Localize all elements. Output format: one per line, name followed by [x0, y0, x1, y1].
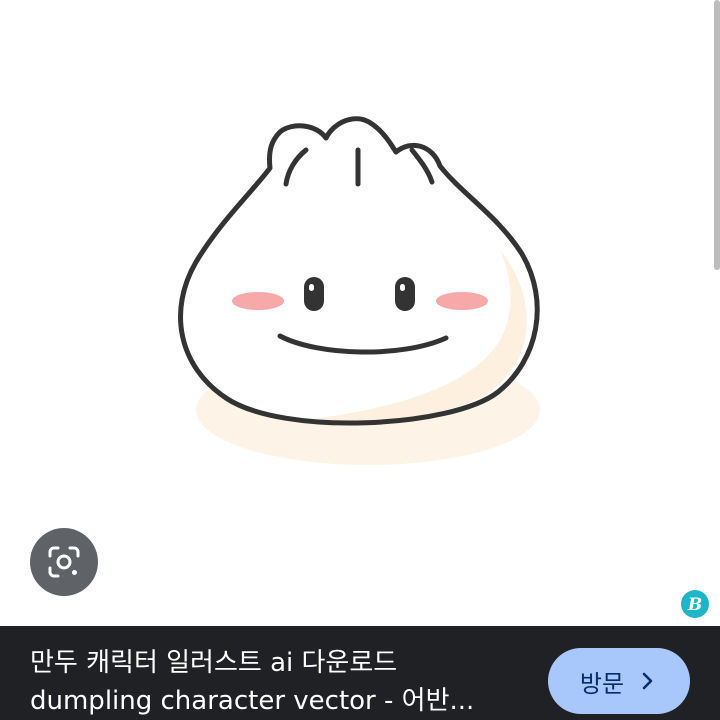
eye-left [304, 277, 324, 311]
visit-button[interactable]: 방문 [548, 648, 690, 714]
eye-right [395, 277, 415, 311]
blush-right [436, 292, 488, 310]
blush-left [232, 292, 284, 310]
eye-left-highlight [309, 284, 314, 291]
eye-right-highlight [400, 284, 405, 291]
visit-button-label: 방문 [579, 669, 625, 698]
google-lens-icon [48, 546, 80, 578]
dumpling-character-illustration [178, 116, 540, 465]
result-title[interactable]: 만두 캐릭터 일러스트 ai 다운로드 [30, 646, 530, 680]
svg-text:B: B [687, 595, 702, 615]
site-favicon-icon: B [681, 590, 709, 618]
result-image[interactable]: B [0, 0, 720, 626]
lens-button[interactable] [30, 528, 98, 596]
result-subtitle[interactable]: dumpling character vector - 어반... [30, 684, 530, 718]
chevron-right-icon [642, 672, 653, 690]
scrollbar[interactable] [714, 0, 720, 270]
image-viewer: B 만두 캐릭터 일러스트 ai 다운로드 dumpling character… [0, 0, 720, 720]
